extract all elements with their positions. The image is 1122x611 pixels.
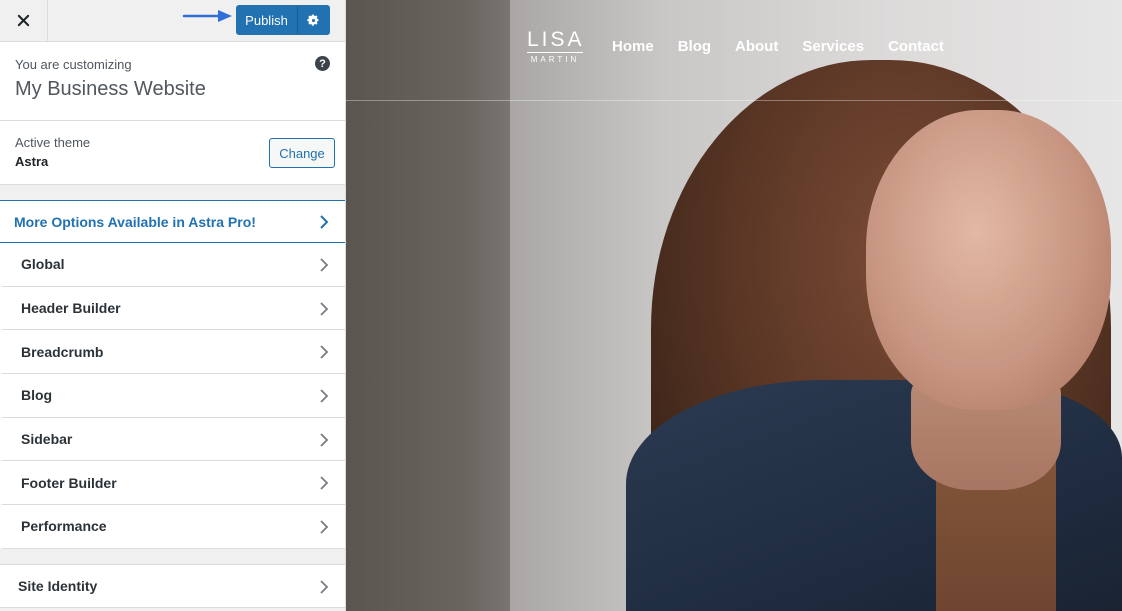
section-list: Global Header Builder Breadcrumb Blog Si… xyxy=(0,243,345,549)
section-item-label: Blog xyxy=(21,387,53,404)
chevron-right-icon xyxy=(320,215,329,229)
close-customizer-button[interactable] xyxy=(0,0,48,41)
section-item-blog[interactable]: Blog xyxy=(0,374,345,418)
customizing-label: You are customizing xyxy=(15,57,132,72)
chevron-right-icon xyxy=(320,389,329,403)
chevron-right-icon xyxy=(320,433,329,447)
nav-item-blog[interactable]: Blog xyxy=(678,38,711,55)
site-preview: LISA MARTIN Home Blog About Services Con… xyxy=(346,0,1122,611)
logo-rule xyxy=(527,52,583,53)
section-item-label: Sidebar xyxy=(21,431,73,448)
publish-settings-button[interactable] xyxy=(297,5,330,35)
customizer-sidebar: Publish You are customizing My Business … xyxy=(0,0,346,611)
chevron-right-icon xyxy=(320,302,329,316)
section-item-site-identity[interactable]: Site Identity xyxy=(0,564,345,608)
logo-main-text: LISA xyxy=(527,28,585,51)
section-item-label: Footer Builder xyxy=(21,474,117,491)
chevron-right-icon xyxy=(320,520,329,534)
section-item-global[interactable]: Global xyxy=(0,243,345,287)
section-item-header-builder[interactable]: Header Builder xyxy=(0,286,345,331)
section-item-label: Header Builder xyxy=(21,300,121,317)
pointer-arrow-icon xyxy=(182,10,232,22)
section-item-performance[interactable]: Performance xyxy=(0,505,345,549)
nav-item-home[interactable]: Home xyxy=(612,38,654,55)
active-theme-panel: Active theme Astra Change xyxy=(0,121,345,185)
publish-button-group: Publish xyxy=(236,5,330,35)
chevron-right-icon xyxy=(320,580,329,594)
section-item-breadcrumb[interactable]: Breadcrumb xyxy=(0,330,345,375)
logo-sub-text: MARTIN xyxy=(530,55,580,64)
section-item-label: Breadcrumb xyxy=(21,343,104,360)
nav-item-services[interactable]: Services xyxy=(802,38,864,55)
nav-item-about[interactable]: About xyxy=(735,38,778,55)
header-divider xyxy=(346,100,1122,101)
astra-pro-upsell-label: More Options Available in Astra Pro! xyxy=(14,213,256,230)
section-item-sidebar[interactable]: Sidebar xyxy=(0,417,345,462)
gear-icon xyxy=(307,14,319,26)
customizer-topbar: Publish xyxy=(0,0,345,42)
primary-nav: Home Blog About Services Contact xyxy=(612,38,968,55)
section-item-label: Performance xyxy=(21,518,107,535)
section-item-label: Global xyxy=(21,256,65,273)
chevron-right-icon xyxy=(320,476,329,491)
site-logo[interactable]: LISA MARTIN xyxy=(527,29,583,64)
close-icon xyxy=(17,14,30,27)
chevron-right-icon xyxy=(320,258,329,272)
hero-background-image xyxy=(346,0,1122,611)
chevron-right-icon xyxy=(320,345,329,360)
publish-button[interactable]: Publish xyxy=(236,5,297,35)
help-icon[interactable]: ? xyxy=(315,56,330,71)
site-title: My Business Website xyxy=(15,78,206,100)
section-item-label: Site Identity xyxy=(18,578,98,594)
section-item-footer-builder[interactable]: Footer Builder xyxy=(0,461,345,506)
astra-pro-upsell-item[interactable]: More Options Available in Astra Pro! xyxy=(0,200,345,243)
customizing-info-panel: You are customizing My Business Website … xyxy=(0,42,345,121)
nav-item-contact[interactable]: Contact xyxy=(888,38,944,55)
change-theme-button[interactable]: Change xyxy=(269,138,335,168)
